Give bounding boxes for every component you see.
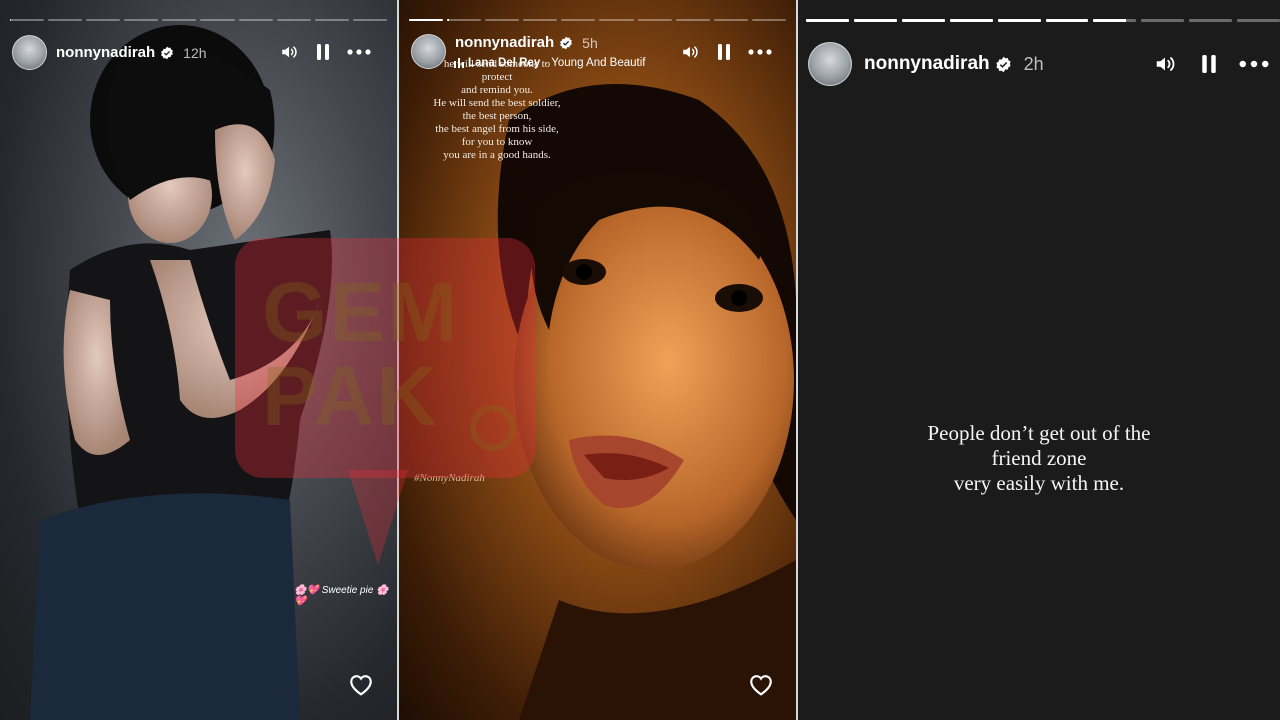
progress-fill	[997, 19, 1041, 22]
pause-icon[interactable]	[713, 41, 735, 63]
progress-segment	[523, 19, 558, 21]
volume-icon[interactable]	[1152, 51, 1178, 77]
sticker-text: 🌸💖 Sweetie pie 🌸💖	[294, 585, 397, 607]
progress-segment	[1189, 19, 1233, 22]
progress-segment	[485, 19, 520, 21]
quote-line: very easily with me.	[953, 471, 1125, 495]
progress-segment	[10, 19, 45, 21]
progress-segment	[675, 19, 710, 21]
progress-segment	[238, 19, 273, 21]
progress-fill	[806, 19, 849, 22]
music-artist: Lana Del Rey	[468, 57, 541, 69]
heart-icon[interactable]	[748, 672, 774, 701]
avatar[interactable]	[12, 35, 47, 70]
progress-segment	[447, 19, 482, 21]
story-panel-1[interactable]: nonnynadirah 12h 🌸💖 Sweetie pie 🌸💖	[0, 0, 397, 720]
progress-fill	[901, 19, 945, 22]
progress-segment	[1237, 19, 1280, 22]
progress-segment	[124, 19, 159, 21]
more-icon[interactable]	[1238, 51, 1270, 77]
progress-segment	[1045, 19, 1089, 22]
verified-badge-icon	[996, 56, 1011, 72]
avatar[interactable]	[411, 34, 446, 69]
progress-segment	[751, 19, 786, 21]
story-panel-2[interactable]: he will send someone to protect and remind…	[399, 0, 796, 720]
timestamp: 2h	[1023, 53, 1044, 74]
verified-badge-icon	[560, 36, 573, 49]
progress-fill	[409, 19, 444, 21]
sticker-label: Sweetie pie	[321, 585, 374, 596]
progress-segment	[853, 19, 897, 22]
progress-segment	[314, 19, 349, 21]
poem-line: protect	[481, 71, 513, 83]
progress-segment	[806, 19, 849, 22]
poem-line: the best person,	[462, 110, 532, 122]
progress-segment	[599, 19, 634, 21]
story-progress-bars-2	[409, 19, 786, 21]
poem-line: the best angel from his side,	[435, 123, 559, 135]
progress-segment	[713, 19, 748, 21]
progress-segment	[86, 19, 121, 21]
progress-fill	[1045, 19, 1089, 22]
progress-segment	[48, 19, 83, 21]
progress-segment	[200, 19, 235, 21]
progress-segment	[352, 19, 387, 21]
progress-fill	[10, 19, 11, 21]
music-dot: ·	[544, 57, 552, 69]
heart-icon[interactable]	[348, 672, 374, 701]
progress-segment	[409, 19, 444, 21]
more-icon[interactable]	[747, 41, 773, 63]
volume-icon[interactable]	[679, 41, 701, 63]
poem-line: for you to know	[461, 136, 533, 148]
music-song: Young And Beautif	[551, 57, 646, 69]
avatar[interactable]	[808, 42, 852, 86]
progress-fill	[1093, 19, 1126, 22]
progress-segment	[949, 19, 993, 22]
volume-icon[interactable]	[278, 41, 300, 63]
progress-fill	[447, 19, 449, 21]
progress-segment	[997, 19, 1041, 22]
progress-segment	[561, 19, 596, 21]
story-controls-2	[679, 41, 773, 63]
verified-badge-icon	[161, 46, 174, 59]
story-header-3: nonnynadirah 2h	[808, 42, 1044, 86]
story-photo-1	[30, 25, 333, 720]
progress-segment	[637, 19, 672, 21]
story-controls-1	[278, 41, 372, 63]
progress-fill	[949, 19, 993, 22]
story-progress-bars-3	[806, 19, 1280, 22]
progress-segment	[1093, 19, 1137, 22]
username[interactable]: nonnynadirah	[455, 34, 554, 51]
progress-segment	[162, 19, 197, 21]
timestamp: 12h	[183, 44, 207, 61]
progress-fill	[853, 19, 897, 22]
story-poem: he will send someone to protect and remind…	[399, 58, 595, 162]
more-icon[interactable]	[346, 41, 372, 63]
username[interactable]: nonnynadirah	[56, 44, 155, 61]
pause-icon[interactable]	[1196, 51, 1222, 77]
story-quote: People don’t get out of the friend zone ve…	[798, 421, 1280, 496]
progress-segment	[1141, 19, 1185, 22]
story-panel-3[interactable]: nonnynadirah 2h People don’t get out of …	[798, 0, 1280, 720]
quote-line: friend zone	[991, 446, 1087, 470]
username[interactable]: nonnynadirah	[864, 53, 990, 75]
progress-segment	[901, 19, 945, 22]
music-bars-icon	[454, 58, 464, 68]
story-progress-bars-1	[10, 19, 387, 21]
timestamp: 5h	[582, 34, 598, 51]
poem-line: He will send the best soldier,	[433, 97, 561, 109]
progress-segment	[276, 19, 311, 21]
story-header-1: nonnynadirah 12h	[12, 35, 207, 70]
pause-icon[interactable]	[312, 41, 334, 63]
poem-line: and remind you.	[461, 84, 533, 96]
poem-line: you are in a good hands.	[443, 149, 551, 161]
sticker-emojis: 🌸💖	[294, 585, 319, 596]
story-controls-3	[1152, 51, 1270, 77]
hashtag: #NonnyNadirah	[414, 472, 485, 484]
music-info[interactable]: Lana Del Rey · Young And Beautif	[454, 57, 645, 69]
quote-line: People don’t get out of the	[927, 421, 1151, 445]
